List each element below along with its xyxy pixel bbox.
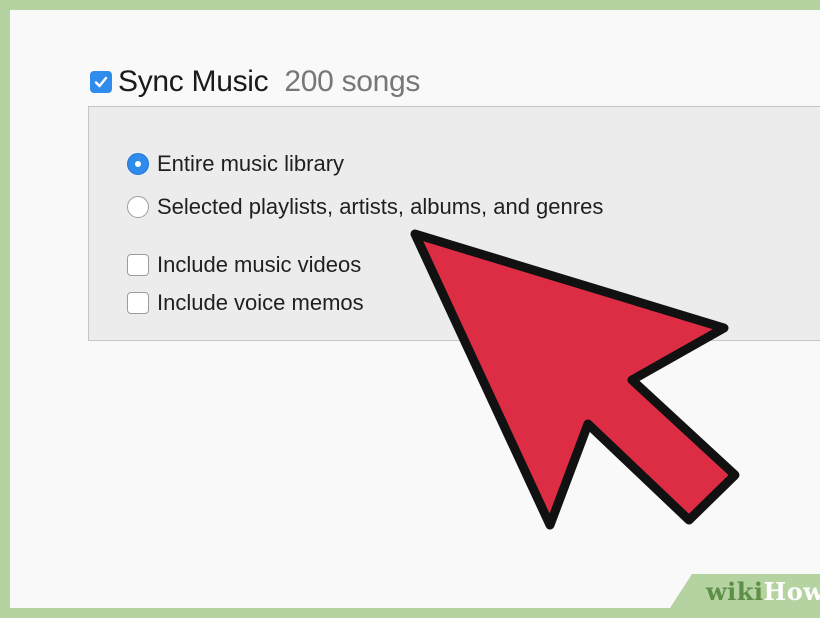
selected-items-option[interactable]: Selected playlists, artists, albums, and… (127, 194, 603, 220)
watermark-text: wikiHow (706, 577, 820, 606)
entire-library-label: Entire music library (157, 151, 345, 176)
sync-music-checkbox[interactable] (90, 71, 112, 93)
selected-items-label: Selected playlists, artists, albums, and… (157, 194, 604, 219)
include-memos-checkbox[interactable] (127, 292, 149, 314)
itunes-music-sync-pane: Sync Music 200 songs Entire music librar… (10, 10, 820, 608)
include-videos-checkbox[interactable] (127, 254, 149, 276)
checkmark-icon (94, 76, 108, 88)
include-videos-label: Include music videos (157, 252, 362, 277)
sync-music-row[interactable]: Sync Music 200 songs (90, 62, 420, 102)
watermark-how: How (763, 577, 820, 606)
wikihow-watermark: wikiHow (670, 574, 820, 608)
image-frame: Sync Music 200 songs Entire music librar… (0, 0, 820, 618)
watermark-wiki: wiki (706, 577, 764, 606)
entire-library-radio[interactable] (127, 153, 149, 175)
include-memos-label: Include voice memos (157, 290, 364, 315)
sync-options-panel: Entire music library Selected playlists,… (88, 106, 820, 341)
selected-items-radio[interactable] (127, 196, 149, 218)
song-count: 200 songs (284, 65, 421, 98)
include-memos-option[interactable]: Include voice memos (127, 290, 364, 316)
entire-library-option[interactable]: Entire music library (127, 151, 344, 177)
sync-music-label: Sync Music (118, 65, 269, 98)
include-videos-option[interactable]: Include music videos (127, 252, 361, 278)
